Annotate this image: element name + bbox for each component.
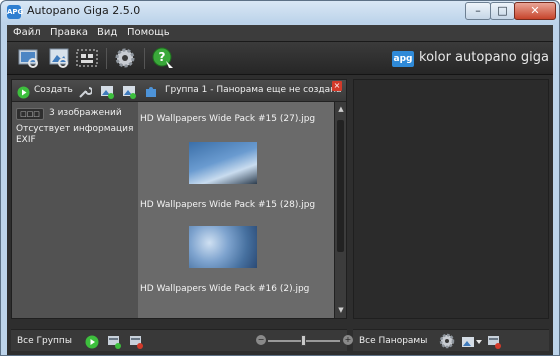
add-group-icon[interactable] xyxy=(107,334,121,349)
detect-icon[interactable] xyxy=(75,46,99,70)
close-button[interactable]: ✕ xyxy=(514,2,556,20)
panoramas-panel xyxy=(353,79,549,319)
remove-panorama-icon[interactable] xyxy=(487,334,501,349)
groups-footer: Все Группы − + xyxy=(11,329,353,351)
image-add-icon[interactable] xyxy=(122,84,136,103)
settings-gear-icon[interactable] xyxy=(113,46,137,70)
image-count: 3 изображений xyxy=(49,108,122,118)
menu-help[interactable]: Помощь xyxy=(127,27,170,38)
thumbnail-list[interactable]: HD Wallpapers Wide Pack #15 (27).jpg HD … xyxy=(138,102,334,318)
client-area: Файл Правка Вид Помощь ? apg kolor autop… xyxy=(7,25,553,355)
group-title: Группа 1 - Панорама еще не создана xyxy=(165,85,342,95)
thumbnail-image[interactable] xyxy=(189,226,257,268)
group-close-icon[interactable]: × xyxy=(332,81,342,91)
thumbnail-caption[interactable]: HD Wallpapers Wide Pack #15 (27).jpg xyxy=(140,114,315,124)
menu-bar: Файл Правка Вид Помощь xyxy=(7,25,553,42)
group-info: □□□ 3 изображений Отсуствует информация … xyxy=(12,102,138,318)
title-bar: APG Autopano Giga 2.5.0 – □ ✕ xyxy=(1,1,559,23)
all-groups-label: Все Группы xyxy=(17,336,72,346)
puzzle-icon[interactable] xyxy=(144,84,158,103)
brand-name: kolor autopano giga xyxy=(419,50,549,65)
render-dropdown-icon[interactable] xyxy=(461,334,483,348)
exif-info: Отсуствует информация EXIF xyxy=(16,124,134,145)
window-title: Autopano Giga 2.5.0 xyxy=(27,4,141,17)
toolbar: ? apg kolor autopano giga xyxy=(7,42,553,75)
wrench-icon[interactable] xyxy=(78,84,93,103)
minimize-button[interactable]: – xyxy=(465,2,491,20)
panoramas-footer: Все Панорамы xyxy=(353,329,549,351)
toolbar-separator xyxy=(106,48,107,69)
import-folder-icon[interactable] xyxy=(17,46,41,70)
create-button[interactable]: Создать xyxy=(34,85,73,95)
image-count-icon: □□□ xyxy=(16,108,44,120)
image-check-icon[interactable] xyxy=(100,84,114,103)
import-images-icon[interactable] xyxy=(47,46,71,70)
thumbnail-caption[interactable]: HD Wallpapers Wide Pack #16 (2).jpg xyxy=(140,284,309,294)
group-header: Создать Группа 1 - Панорама еще не созда… xyxy=(12,80,346,102)
play-icon[interactable] xyxy=(85,334,99,349)
scroll-up-icon[interactable]: ▲ xyxy=(336,104,346,114)
create-play-icon[interactable] xyxy=(17,84,30,103)
app-logo-icon: APG xyxy=(7,5,23,19)
scroll-down-icon[interactable]: ▼ xyxy=(336,305,346,315)
maximize-button[interactable]: □ xyxy=(490,2,515,20)
brand-logo: apg xyxy=(392,51,414,67)
groups-panel: Создать Группа 1 - Панорама еще не созда… xyxy=(11,79,347,319)
thumbnail-caption[interactable]: HD Wallpapers Wide Pack #15 (28).jpg xyxy=(140,200,315,210)
zoom-in-icon[interactable]: + xyxy=(343,335,353,345)
remove-group-icon[interactable] xyxy=(129,334,143,349)
menu-edit[interactable]: Правка xyxy=(50,27,88,38)
settings-gear-icon[interactable] xyxy=(439,333,455,349)
toolbar-separator xyxy=(144,48,145,69)
thumbnail-image[interactable] xyxy=(189,142,257,184)
vertical-scrollbar[interactable]: ▲ ▼ xyxy=(334,102,346,318)
zoom-slider-thumb[interactable] xyxy=(301,335,306,346)
menu-view[interactable]: Вид xyxy=(97,27,117,38)
app-window: APG Autopano Giga 2.5.0 – □ ✕ Файл Правк… xyxy=(0,0,560,356)
svg-text:?: ? xyxy=(159,50,166,64)
zoom-out-icon[interactable]: − xyxy=(256,335,266,345)
help-icon[interactable]: ? xyxy=(151,46,175,70)
all-panoramas-label: Все Панорамы xyxy=(359,336,428,346)
scroll-thumb[interactable] xyxy=(337,120,344,252)
menu-file[interactable]: Файл xyxy=(13,27,41,38)
